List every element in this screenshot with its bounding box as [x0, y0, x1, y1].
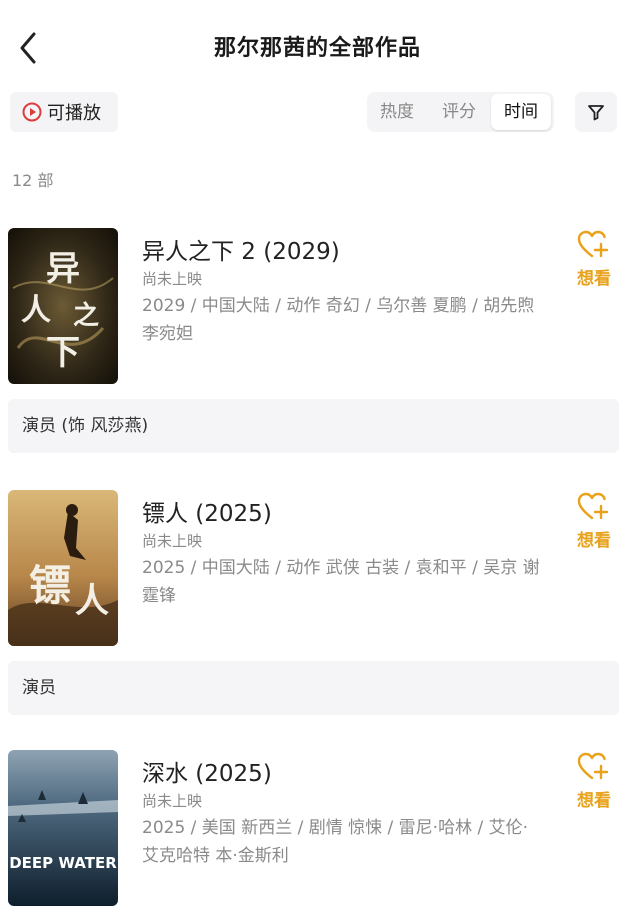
- svg-text:镖: 镖: [29, 561, 71, 610]
- movie-info: 2029 / 中国大陆 / 动作 奇幻 / 乌尔善 夏鹏 / 胡先煦 李宛妲: [142, 296, 535, 344]
- movie-poster[interactable]: 镖 人: [8, 490, 118, 646]
- want-label: 想看: [577, 269, 611, 289]
- movie-status: 尚未上映: [142, 532, 203, 550]
- role-bar: 演员: [8, 661, 619, 715]
- svg-text:之: 之: [73, 300, 99, 331]
- works-count: 12 部: [12, 171, 54, 190]
- header: 那尔那茜的全部作品: [0, 0, 635, 92]
- heart-plus-icon: [577, 492, 609, 520]
- svg-text:下: 下: [46, 333, 80, 373]
- movie-title[interactable]: 异人之下 2 (2029): [142, 232, 340, 266]
- movie-title[interactable]: 深水 (2025): [142, 754, 272, 788]
- poster-image: 异 人 之 下: [8, 228, 118, 384]
- movie-item[interactable]: DEEP WATER 深水 (2025) 尚未上映 2025 / 美国 新西兰 …: [0, 750, 635, 910]
- sort-segmented-control: 热度 评分 时间: [367, 92, 554, 132]
- heart-plus-icon: [577, 752, 609, 780]
- poster-image: DEEP WATER: [8, 750, 118, 906]
- sort-tab-popularity[interactable]: 热度: [367, 92, 427, 132]
- playable-filter-button[interactable]: 可播放: [10, 92, 118, 132]
- movie-item[interactable]: 异 人 之 下 异人之下 2 (2029) 尚未上映 2029 / 中国大陆 /…: [0, 228, 635, 388]
- movie-info: 2025 / 美国 新西兰 / 剧情 惊悚 / 雷尼·哈林 / 艾伦·艾克哈特 …: [142, 818, 529, 866]
- movie-status: 尚未上映: [142, 270, 203, 288]
- want-label: 想看: [577, 531, 611, 551]
- svg-text:人: 人: [75, 581, 109, 621]
- want-to-watch-button[interactable]: 想看: [572, 230, 616, 289]
- play-circle-icon: [22, 102, 42, 122]
- want-to-watch-button[interactable]: 想看: [572, 752, 616, 811]
- svg-text:DEEP WATER: DEEP WATER: [9, 854, 117, 872]
- poster-image: 镖 人: [8, 490, 118, 646]
- filter-funnel-icon: [588, 105, 604, 121]
- playable-label: 可播放: [47, 103, 101, 124]
- movie-status: 尚未上映: [142, 792, 203, 810]
- page-title: 那尔那茜的全部作品: [213, 36, 421, 61]
- heart-plus-icon: [577, 230, 609, 258]
- movie-info: 2025 / 中国大陆 / 动作 武侠 古装 / 袁和平 / 吴京 谢霆锋: [142, 558, 540, 606]
- svg-text:人: 人: [21, 293, 51, 328]
- want-to-watch-button[interactable]: 想看: [572, 492, 616, 551]
- movie-item[interactable]: 镖 人 镖人 (2025) 尚未上映 2025 / 中国大陆 / 动作 武侠 古…: [0, 490, 635, 650]
- movie-title[interactable]: 镖人 (2025): [142, 494, 272, 528]
- sort-tab-rating[interactable]: 评分: [429, 92, 489, 132]
- sort-tab-time[interactable]: 时间: [491, 94, 551, 130]
- want-label: 想看: [577, 791, 611, 811]
- movie-poster[interactable]: 异 人 之 下: [8, 228, 118, 384]
- movie-poster[interactable]: DEEP WATER: [8, 750, 118, 906]
- svg-text:异: 异: [46, 249, 80, 289]
- filter-button[interactable]: [575, 92, 617, 132]
- role-bar: 演员 (饰 风莎燕): [8, 399, 619, 453]
- toolbar: 可播放 热度 评分 时间: [0, 92, 635, 134]
